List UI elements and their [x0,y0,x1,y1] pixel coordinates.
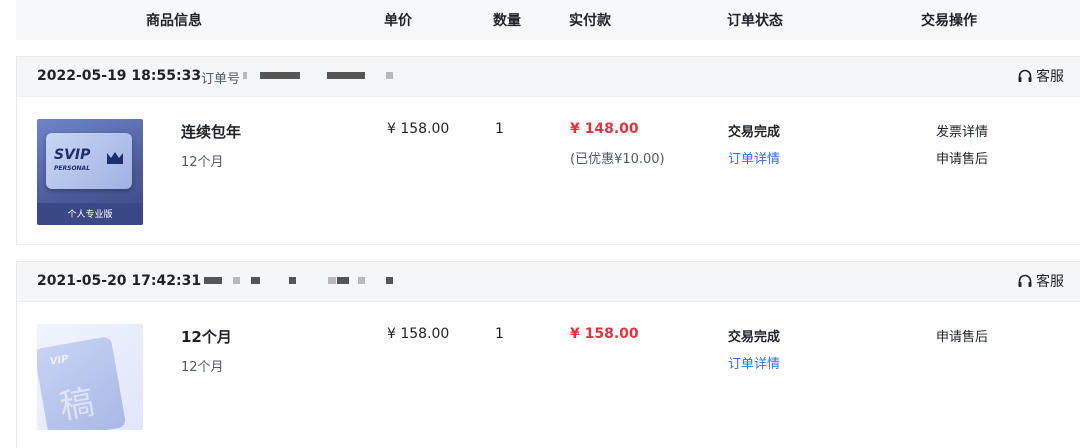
redaction [289,277,296,284]
redaction [251,277,260,284]
order-card: 2021-05-20 17:42:31 客服 VIP 稿 12个月 12个月 ¥… [16,261,1080,448]
paid-amount: ¥ 158.00 [570,326,639,342]
customer-service-label: 客服 [1036,69,1064,85]
customer-service-label: 客服 [1036,274,1064,290]
redaction [204,277,222,284]
order-list-header: 商品信息 单价 数量 实付款 订单状态 交易操作 [16,0,1080,40]
column-quantity: 数量 [493,13,521,29]
column-actions: 交易操作 [921,13,977,29]
redaction [260,72,300,79]
order-header: 2022-05-19 18:55:33 订单号 客服 [17,57,1080,97]
column-paid: 实付款 [569,13,611,29]
column-unit-price: 单价 [384,13,412,29]
invoice-detail-link[interactable]: 发票详情 [936,121,988,140]
order-status: 交易完成 [728,125,781,140]
column-status: 订单状态 [727,13,783,29]
thumb-caption: 个人专业版 [67,210,113,220]
product-spec: 12个月 [181,155,224,170]
customer-service-button[interactable]: 客服 [1017,271,1064,291]
redaction [233,277,240,284]
quantity: 1 [495,121,504,137]
customer-service-button[interactable]: 客服 [1017,66,1064,86]
order-time: 2022-05-19 18:55:33 [37,68,202,84]
product-name[interactable]: 连续包年 [181,121,241,142]
redaction [386,277,393,284]
column-product: 商品信息 [146,13,202,29]
redaction [328,277,336,284]
product-spec: 12个月 [181,360,224,375]
order-status: 交易完成 [728,330,781,345]
order-card: 2022-05-19 18:55:33 订单号 客服 SVIP PERSONAL… [16,56,1080,245]
thumb-title: SVIP [54,147,91,163]
thumb-title: VIP [49,353,70,368]
thumb-sub: PERSONAL [54,165,91,172]
after-sales-link[interactable]: 申请售后 [936,326,988,345]
redaction [243,72,247,79]
order-header: 2021-05-20 17:42:31 客服 [17,262,1080,302]
product-thumbnail[interactable]: SVIP PERSONAL 个人专业版 [37,119,143,225]
order-number-label: 订单号 [201,72,241,87]
redaction [386,72,393,79]
unit-price: ¥ 158.00 [387,326,450,342]
paid-amount: ¥ 148.00 [570,121,639,137]
unit-price: ¥ 158.00 [387,121,450,137]
product-thumbnail[interactable]: VIP 稿 [37,324,143,430]
redaction [358,277,365,284]
product-name[interactable]: 12个月 [181,326,232,347]
headset-icon [1018,69,1032,82]
order-detail-link[interactable]: 订单详情 [728,353,780,372]
after-sales-link[interactable]: 申请售后 [936,148,988,167]
quantity: 1 [495,326,504,342]
crown-icon [107,152,123,164]
brand-watermark: 稿 [56,382,98,428]
order-time: 2021-05-20 17:42:31 [37,273,202,289]
order-detail-link[interactable]: 订单详情 [728,148,780,167]
headset-icon [1018,274,1032,287]
discount-note: (已优惠¥10.00) [570,152,665,167]
redaction [337,277,349,284]
vip-card-graphic: VIP 稿 [37,335,127,430]
redaction [327,72,365,79]
svip-card-graphic: SVIP PERSONAL [46,133,132,189]
